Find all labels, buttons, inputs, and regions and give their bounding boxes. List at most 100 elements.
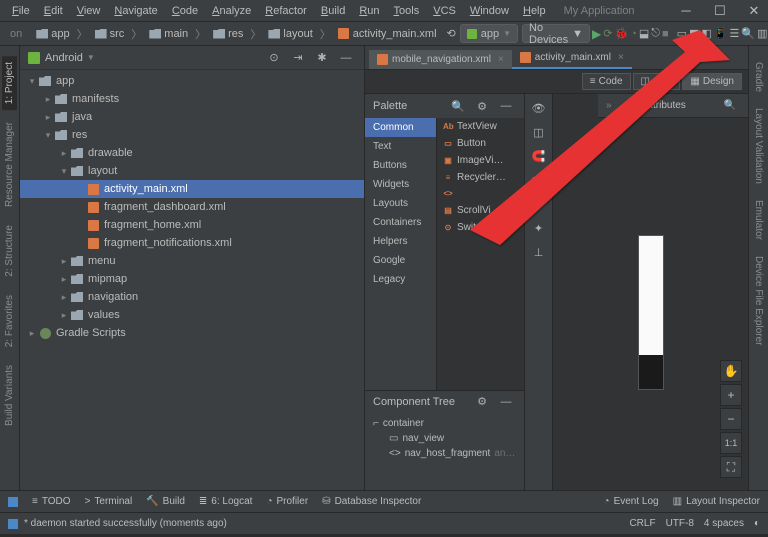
menu-vcs[interactable]: VCS [427, 3, 462, 19]
design-blueprint-icon[interactable]: ◫ [529, 122, 549, 142]
expand-arrow-icon[interactable]: ▸ [58, 292, 70, 303]
menu-view[interactable]: View [71, 3, 107, 19]
hide-icon[interactable]: — [336, 48, 356, 68]
palette-item[interactable]: ≡Recycler… [437, 169, 524, 186]
tree-item[interactable]: ▸drawable [20, 144, 364, 162]
breadcrumb-item[interactable]: src [89, 26, 131, 42]
design-mode-button[interactable]: ▦ Design [682, 73, 742, 90]
memory-indicator[interactable]: ◐ [754, 518, 760, 529]
search-icon[interactable]: 🔍 [720, 96, 740, 116]
stop-button[interactable]: ■ [662, 24, 669, 44]
palette-category[interactable]: Buttons [365, 156, 436, 175]
status-square-icon[interactable] [8, 519, 18, 529]
component-tree-item[interactable]: <>nav_host_fragment an… [365, 446, 524, 461]
left-tab-build-variants[interactable]: Build Variants [2, 359, 17, 432]
zoom-reset-button[interactable]: 1:1 [720, 432, 742, 454]
menu-file[interactable]: File [6, 3, 36, 19]
design-canvas[interactable]: » ⓘ Attributes 🔍 ✋ + − 1:1 ⛶ [553, 94, 748, 490]
coverage-button[interactable]: ⬓ [639, 24, 649, 44]
search-icon[interactable]: 🔍 [448, 96, 468, 116]
expand-arrow-icon[interactable]: ▾ [26, 76, 38, 87]
close-button[interactable]: ✕ [746, 3, 762, 19]
zoom-in-button[interactable]: + [720, 384, 742, 406]
palette-item[interactable]: ⊙Switch [437, 219, 524, 236]
maximize-button[interactable]: ☐ [712, 3, 728, 19]
right-tab-gradle[interactable]: Gradle [751, 56, 766, 98]
right-tab-emulator[interactable]: Emulator [751, 194, 766, 246]
sync-icon[interactable]: ⟲ [447, 24, 456, 44]
right-tab-device-file-explorer[interactable]: Device File Explorer [751, 250, 766, 351]
palette-category[interactable]: Layouts [365, 194, 436, 213]
palette-category[interactable]: Helpers [365, 232, 436, 251]
device-preview[interactable] [638, 235, 664, 390]
close-icon[interactable]: × [498, 54, 504, 65]
breadcrumb-item[interactable]: activity_main.xml [332, 26, 443, 42]
tree-item[interactable]: activity_main.xml [20, 180, 364, 198]
component-tree-item[interactable]: ▭nav_view [365, 431, 524, 446]
guidelines-icon[interactable]: ⊥ [529, 242, 549, 262]
chevron-down-icon[interactable]: ▼ [87, 53, 95, 62]
device-combo[interactable]: No Devices ▼ [522, 24, 590, 43]
tree-item[interactable]: ▾layout [20, 162, 364, 180]
magnet-icon[interactable]: 🧲 [529, 146, 549, 166]
tree-item[interactable]: ▾app [20, 72, 364, 90]
palette-category[interactable]: Widgets [365, 175, 436, 194]
project-structure-button[interactable]: ▥ [757, 24, 767, 44]
hide-icon[interactable]: — [496, 392, 516, 412]
palette-item[interactable]: ▤ScrollVi… [437, 202, 524, 219]
status-square-icon[interactable] [8, 497, 18, 507]
tree-item[interactable]: ▸java [20, 108, 364, 126]
palette-category[interactable]: Text [365, 137, 436, 156]
zoom-out-button[interactable]: − [720, 408, 742, 430]
expand-arrow-icon[interactable]: ▸ [26, 328, 38, 339]
close-icon[interactable]: × [618, 52, 624, 63]
menu-refactor[interactable]: Refactor [259, 3, 313, 19]
project-tree[interactable]: ▾app▸manifests▸java▾res▸drawable▾layouta… [20, 70, 364, 490]
run-button[interactable]: ▶ [592, 24, 601, 44]
menu-tools[interactable]: Tools [388, 3, 426, 19]
component-tree-item[interactable]: ⌐container [365, 416, 524, 431]
project-mode-label[interactable]: Android [45, 52, 83, 64]
split-mode-button[interactable]: ◫ Split [633, 73, 681, 90]
menu-navigate[interactable]: Navigate [108, 3, 163, 19]
editor-tab[interactable]: activity_main.xml× [512, 48, 632, 69]
debug-button[interactable]: 🐞 [614, 24, 628, 44]
profiler-button[interactable]: ◔ [630, 24, 637, 44]
search-button[interactable]: 🔍 [741, 24, 755, 44]
menu-window[interactable]: Window [464, 3, 515, 19]
right-tab-layout-validation[interactable]: Layout Validation [751, 102, 766, 190]
infer-constraints-icon[interactable]: ✦ [529, 218, 549, 238]
run-config-combo[interactable]: app ▼ [460, 24, 518, 43]
expand-arrow-icon[interactable]: ▸ [58, 256, 70, 267]
scroll-from-source-icon[interactable]: ⊙ [264, 48, 284, 68]
component-tree[interactable]: ⌐container▭nav_view<>nav_host_fragment a… [365, 412, 524, 490]
tree-item[interactable]: ▸menu [20, 252, 364, 270]
footer-tab-6-logcat[interactable]: ≣ 6: Logcat [199, 496, 253, 507]
tree-item[interactable]: fragment_dashboard.xml [20, 198, 364, 216]
menu-help[interactable]: Help [517, 3, 552, 19]
editor-tab[interactable]: mobile_navigation.xml× [369, 50, 512, 69]
code-mode-button[interactable]: ≡ Code [582, 73, 631, 90]
attach-debugger-button[interactable]: ⎋ [651, 24, 660, 44]
footer-tab-profiler[interactable]: ◔ Profiler [266, 496, 308, 507]
expand-arrow-icon[interactable]: ▸ [58, 310, 70, 321]
palette-item[interactable]: ▭Button [437, 135, 524, 152]
breadcrumb-item[interactable]: layout [262, 26, 318, 42]
default-margins-icon[interactable]: 0dp [529, 170, 549, 190]
tree-item[interactable]: ▸manifests [20, 90, 364, 108]
palette-item[interactable]: ▣ImageVi… [437, 152, 524, 169]
left-tab-2-structure[interactable]: 2: Structure [2, 219, 17, 283]
left-tab-1-project[interactable]: 1: Project [2, 56, 17, 110]
footer-tab-build[interactable]: 🔨 Build [146, 496, 185, 507]
breadcrumb-project[interactable]: on [4, 26, 28, 42]
palette-category[interactable]: Common [365, 118, 436, 137]
gear-icon[interactable]: ⚙ [472, 96, 492, 116]
expand-arrow-icon[interactable]: ▾ [42, 130, 54, 141]
info-icon[interactable]: ⓘ [618, 96, 638, 116]
menu-run[interactable]: Run [353, 3, 385, 19]
settings-icon[interactable]: ✱ [312, 48, 332, 68]
tree-item[interactable]: fragment_notifications.xml [20, 234, 364, 252]
expand-arrow-icon[interactable]: ▸ [42, 112, 54, 123]
tree-item[interactable]: ▸navigation [20, 288, 364, 306]
expand-arrow-icon[interactable]: ▸ [58, 274, 70, 285]
